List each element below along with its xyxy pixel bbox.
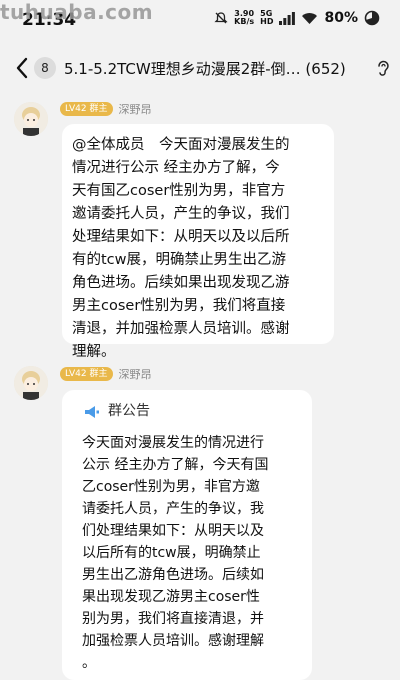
message-text: @全体成员 今天面对漫展发生的 情况进行公示 经主办方了解，今 天有国乙cose…: [72, 137, 290, 360]
chat-header: 8 5.1-5.2TCW理想乡动漫展2群-倒… (652): [0, 48, 400, 88]
sender-name[interactable]: 深野昂: [119, 366, 152, 382]
avatar[interactable]: [14, 102, 48, 136]
chat-title: 5.1-5.2TCW理想乡动漫展2群-倒… (652): [64, 60, 346, 78]
unread-count-badge[interactable]: 8: [34, 57, 56, 79]
message-bubble[interactable]: @全体成员 今天面对漫展发生的 情况进行公示 经主办方了解，今 天有国乙cose…: [62, 124, 334, 360]
watermark: tuhuaba.com: [0, 0, 154, 24]
back-arrow-icon[interactable]: [14, 56, 30, 80]
announcement-card[interactable]: 群公告 今天面对漫展发生的情况进行 公示 经主办方了解，今天有国 乙coser性…: [62, 390, 312, 680]
announcement-title: 群公告: [108, 403, 150, 419]
network-type: 5G HD: [260, 9, 274, 26]
level-badge: LV42 群主: [60, 367, 113, 381]
status-icons: 3.90 KB/s 5G HD 80%: [214, 10, 380, 26]
signal-icon: [279, 11, 296, 25]
sender-info: LV42 群主 深野昂: [60, 366, 152, 382]
battery-percent: 80%: [324, 10, 358, 26]
wifi-icon: [302, 12, 318, 24]
sender-name[interactable]: 深野昂: [119, 101, 152, 117]
announcement-text: 今天面对漫展发生的情况进行 公示 经主办方了解，今天有国 乙coser性别为男，…: [82, 435, 269, 671]
announcement-header: 群公告: [84, 400, 150, 423]
battery-icon: [364, 10, 380, 26]
megaphone-icon: [85, 405, 99, 418]
level-badge: LV42 群主: [60, 102, 113, 116]
avatar[interactable]: [14, 366, 48, 400]
net-speed: 3.90 KB/s: [234, 9, 255, 26]
earpiece-mode-icon[interactable]: [376, 59, 390, 77]
sender-info: LV42 群主 深野昂: [60, 101, 152, 117]
mute-bell-icon: [214, 12, 228, 24]
